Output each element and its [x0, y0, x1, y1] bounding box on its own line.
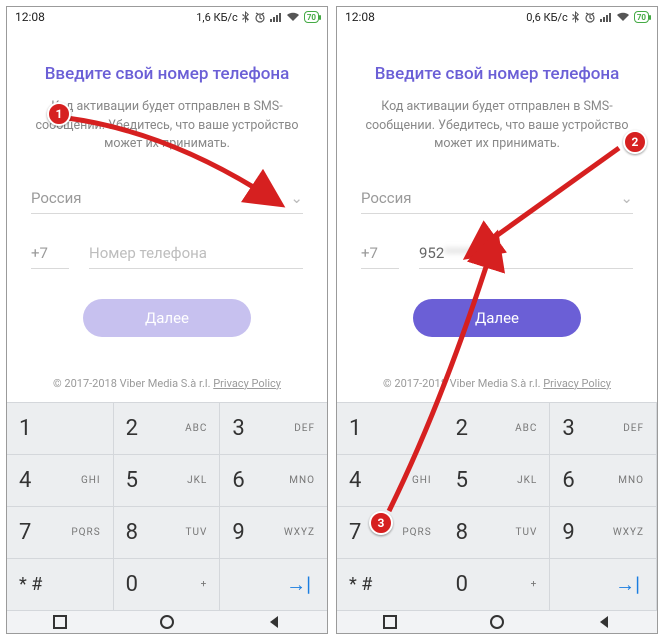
country-code-field[interactable]: +7: [361, 240, 399, 269]
status-net: 1,6 КБ/с: [196, 11, 238, 24]
phone-placeholder: Номер телефона: [89, 244, 207, 262]
status-net: 0,6 КБ/с: [526, 11, 568, 24]
nav-home-icon[interactable]: [489, 614, 505, 630]
callout-3: 3: [369, 511, 393, 535]
content-area: 1 Введите свой номер телефона Код актива…: [7, 24, 327, 401]
status-time: 12:08: [15, 10, 45, 24]
chevron-down-icon: ⌄: [290, 189, 303, 207]
key-enter[interactable]: →|: [220, 559, 327, 611]
privacy-link[interactable]: Privacy Policy: [213, 377, 281, 390]
phone-screen-2: 12:08 0,6 КБ/с 70 2 Введите свой номер т…: [336, 6, 658, 634]
phone-row: +7 952*******: [361, 240, 633, 269]
next-button[interactable]: Далее: [413, 299, 581, 337]
numeric-keypad: 3 1 2ABC 3DEF 4GHI 5JKL 6MNO 7PQRS 8TUV …: [337, 402, 657, 611]
battery-icon: 70: [304, 11, 319, 23]
country-code-field[interactable]: +7: [31, 240, 69, 269]
key-3[interactable]: 3DEF: [550, 403, 657, 455]
next-button[interactable]: Далее: [83, 299, 251, 337]
key-1[interactable]: 1: [337, 403, 444, 455]
country-selector[interactable]: Россия ⌄: [361, 185, 633, 214]
content-area: 2 Введите свой номер телефона Код актива…: [337, 24, 657, 401]
key-4[interactable]: 4GHI: [7, 455, 114, 507]
alarm-icon: [584, 11, 596, 23]
footer-copyright: © 2017-2018 Viber Media S.à r.l.: [53, 377, 210, 390]
key-7[interactable]: 7PQRS: [7, 507, 114, 559]
phone-value: 952: [419, 244, 444, 262]
phone-input[interactable]: Номер телефона: [89, 240, 303, 269]
nav-home-icon[interactable]: [159, 614, 175, 630]
key-2[interactable]: 2ABC: [114, 403, 221, 455]
country-selector[interactable]: Россия ⌄: [31, 185, 303, 214]
key-6[interactable]: 6MNO: [550, 455, 657, 507]
key-2[interactable]: 2ABC: [444, 403, 551, 455]
status-bar: 12:08 0,6 КБ/с 70: [337, 7, 657, 24]
status-icons: 0,6 КБ/с 70: [526, 11, 649, 24]
status-time: 12:08: [345, 10, 375, 24]
page-subtitle: Код активации будет отправлен в SMS-сооб…: [31, 98, 303, 152]
signal-icon: [270, 12, 282, 22]
nav-back-icon[interactable]: [596, 614, 612, 630]
enter-icon: →|: [615, 572, 640, 597]
key-5[interactable]: 5JKL: [444, 455, 551, 507]
callout-2: 2: [623, 130, 647, 154]
key-4[interactable]: 4GHI: [337, 455, 444, 507]
alarm-icon: [254, 11, 266, 23]
wifi-icon: [616, 12, 630, 22]
enter-icon: →|: [286, 572, 311, 597]
key-0[interactable]: 0+: [444, 559, 551, 611]
country-label: Россия: [31, 189, 82, 207]
bluetooth-icon: [242, 11, 250, 23]
android-navbar: [7, 611, 327, 633]
key-5[interactable]: 5JKL: [114, 455, 221, 507]
page-title: Введите свой номер телефона: [45, 64, 290, 84]
phone-row: +7 Номер телефона: [31, 240, 303, 269]
nav-recent-icon[interactable]: [382, 614, 398, 630]
key-8[interactable]: 8TUV: [114, 507, 221, 559]
key-star-hash[interactable]: * #: [7, 559, 114, 611]
status-bar: 12:08 1,6 КБ/с 70: [7, 7, 327, 24]
page-title: Введите свой номер телефона: [375, 64, 620, 84]
country-label: Россия: [361, 189, 412, 207]
footer: © 2017-2018 Viber Media S.à r.l. Privacy…: [53, 377, 281, 390]
phone-screen-1: 12:08 1,6 КБ/с 70 1 Введите свой номер т…: [6, 6, 328, 634]
key-star-hash[interactable]: * #: [337, 559, 444, 611]
bluetooth-icon: [572, 11, 580, 23]
phone-input[interactable]: 952*******: [419, 240, 633, 269]
android-navbar: [337, 611, 657, 633]
key-0[interactable]: 0+: [114, 559, 221, 611]
chevron-down-icon: ⌄: [620, 189, 633, 207]
page-subtitle: Код активации будет отправлен в SMS-сооб…: [361, 98, 633, 152]
key-1[interactable]: 1: [7, 403, 114, 455]
battery-icon: 70: [634, 11, 649, 23]
numeric-keypad: 1 2ABC 3DEF 4GHI 5JKL 6MNO 7PQRS 8TUV 9W…: [7, 402, 327, 611]
nav-back-icon[interactable]: [266, 614, 282, 630]
status-icons: 1,6 КБ/с 70: [196, 11, 319, 24]
signal-icon: [600, 12, 612, 22]
footer: © 2017-2018 Viber Media S.à r.l. Privacy…: [383, 377, 611, 390]
key-enter[interactable]: →|: [550, 559, 657, 611]
key-9[interactable]: 9WXYZ: [550, 507, 657, 559]
privacy-link[interactable]: Privacy Policy: [543, 377, 611, 390]
key-3[interactable]: 3DEF: [220, 403, 327, 455]
key-8[interactable]: 8TUV: [444, 507, 551, 559]
wifi-icon: [286, 12, 300, 22]
key-6[interactable]: 6MNO: [220, 455, 327, 507]
nav-recent-icon[interactable]: [52, 614, 68, 630]
key-9[interactable]: 9WXYZ: [220, 507, 327, 559]
phone-value-hidden: *******: [444, 244, 489, 262]
footer-copyright: © 2017-2018 Viber Media S.à r.l.: [383, 377, 540, 390]
